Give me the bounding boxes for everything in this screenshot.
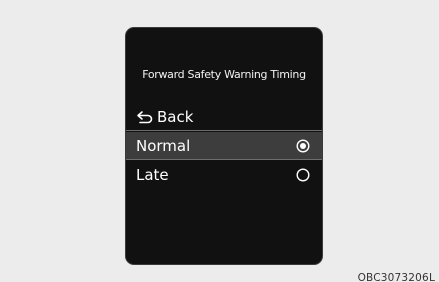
option-late[interactable]: Late xyxy=(126,161,322,189)
option-normal-label: Normal xyxy=(136,136,191,155)
back-label: Back xyxy=(157,108,194,126)
option-normal[interactable]: Normal xyxy=(126,132,322,160)
back-button[interactable]: Back xyxy=(126,104,322,131)
radio-unselected-icon xyxy=(296,168,310,182)
page: Forward Safety Warning Timing Back Norma… xyxy=(0,0,439,282)
back-arrow-icon xyxy=(137,111,153,124)
option-late-label: Late xyxy=(136,166,169,184)
menu-title: Forward Safety Warning Timing xyxy=(142,68,306,81)
radio-selected-icon xyxy=(296,138,310,153)
cluster-display: Forward Safety Warning Timing Back Norma… xyxy=(126,28,322,264)
figure-code: OBC3073206L xyxy=(357,272,435,282)
